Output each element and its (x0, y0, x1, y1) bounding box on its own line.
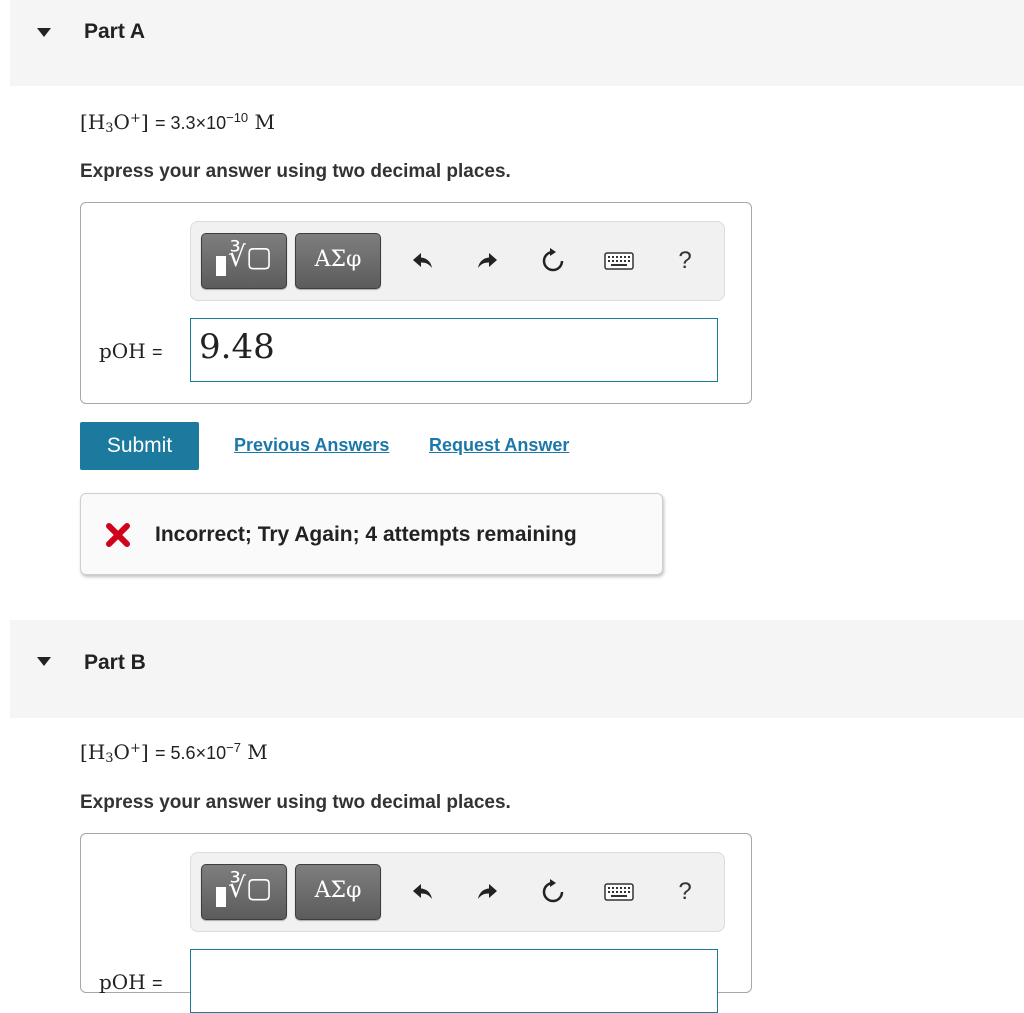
part-b-title: Part B (84, 651, 146, 674)
help-icon[interactable]: ? (669, 244, 701, 278)
template-button[interactable]: ∛▢ (201, 233, 287, 289)
redo-icon[interactable] (471, 875, 503, 909)
reset-icon[interactable] (537, 244, 569, 278)
math-toolbar: ∛▢ ΑΣφ ? (190, 852, 725, 932)
reset-icon[interactable] (537, 875, 569, 909)
submit-button[interactable]: Submit (80, 422, 199, 470)
answer-input[interactable]: 9.48 (190, 318, 718, 382)
answer-input[interactable] (190, 949, 718, 1013)
greek-letters-button[interactable]: ΑΣφ (295, 233, 381, 289)
greek-letters-icon: ΑΣφ (314, 247, 362, 272)
part-a-instruction: Express your answer using two decimal pl… (80, 161, 511, 182)
chevron-down-icon[interactable] (37, 657, 51, 666)
math-toolbar: ∛▢ ΑΣφ ? (190, 221, 725, 301)
feedback-message: Incorrect; Try Again; 4 attempts remaini… (155, 523, 577, 546)
part-a-title: Part A (84, 20, 146, 43)
part-b-instruction: Express your answer using two decimal pl… (80, 792, 511, 813)
part-b-question: [H3O+] = 5.6×10−7 M (80, 740, 268, 766)
template-button[interactable]: ∛▢ (201, 864, 287, 920)
part-a-answer-box: ∛▢ ΑΣφ ? pOH = 9.48 (80, 202, 752, 404)
greek-letters-button[interactable]: ΑΣφ (295, 864, 381, 920)
part-b-answer-box: ∛▢ ΑΣφ ? pOH = (80, 833, 752, 1013)
request-answer-link[interactable]: Request Answer (429, 435, 569, 456)
answer-label: pOH = (99, 970, 163, 994)
radical-icon: ∛▢ (228, 240, 273, 273)
part-b-header[interactable]: Part B (10, 620, 1024, 718)
greek-letters-icon: ΑΣφ (314, 878, 362, 903)
keyboard-icon[interactable] (603, 244, 635, 278)
undo-icon[interactable] (407, 244, 439, 278)
radical-icon: ∛▢ (228, 871, 273, 904)
keyboard-icon[interactable] (603, 875, 635, 909)
chevron-down-icon[interactable] (37, 28, 51, 37)
answer-label: pOH = (99, 339, 163, 363)
part-a-header[interactable]: Part A (10, 0, 1024, 86)
help-icon[interactable]: ? (669, 875, 701, 909)
template-icon (216, 887, 226, 907)
previous-answers-link[interactable]: Previous Answers (234, 435, 389, 456)
redo-icon[interactable] (471, 244, 503, 278)
incorrect-x-icon (106, 523, 130, 547)
part-a-question: [H3O+] = 3.3×10−10 M (80, 110, 276, 136)
feedback-box: Incorrect; Try Again; 4 attempts remaini… (80, 493, 663, 575)
template-icon (216, 256, 226, 276)
undo-icon[interactable] (407, 875, 439, 909)
